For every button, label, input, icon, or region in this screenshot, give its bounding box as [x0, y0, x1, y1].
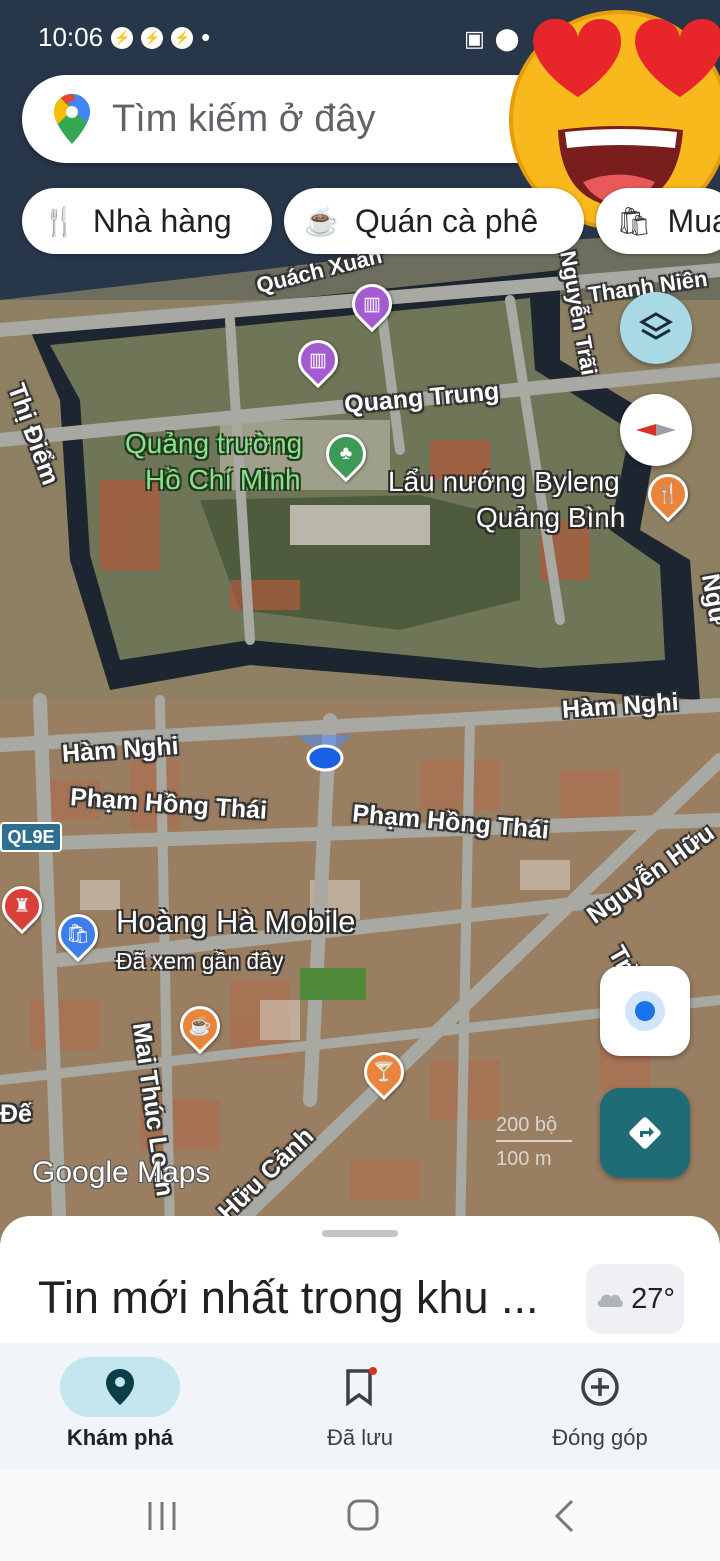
messenger-icon: ⚡: [141, 26, 164, 49]
bottom-navigation: Khám phá Đã lưu Đóng góp: [0, 1343, 720, 1470]
bottom-sheet[interactable]: Tin mới nhất trong khu ... 27°: [0, 1216, 720, 1348]
location-pin-icon: [106, 1369, 134, 1405]
back-icon[interactable]: [552, 1498, 576, 1534]
home-icon[interactable]: [346, 1498, 380, 1532]
temperature: 27°: [631, 1282, 675, 1315]
status-bar: 10:06 ⚡ ⚡ ⚡ •: [38, 22, 210, 53]
sheet-drag-handle[interactable]: [322, 1230, 398, 1237]
nav-contribute-pill: [540, 1357, 660, 1417]
chip-restaurants[interactable]: 🍴 Nhà hàng: [22, 188, 272, 254]
my-location-button[interactable]: [600, 966, 690, 1056]
google-maps-logo-icon: [54, 94, 90, 144]
layers-icon: [638, 312, 674, 340]
nav-contribute[interactable]: Đóng góp: [520, 1357, 680, 1457]
search-placeholder: Tìm kiếm ở đây: [112, 97, 376, 140]
chip-shopping[interactable]: 🛍 Mua: [596, 188, 720, 254]
poi-label-square-line2[interactable]: Hồ Chí Minh: [145, 464, 301, 496]
poi-label-restaurant-line1[interactable]: Lẩu nướng Byleng: [388, 466, 620, 498]
poi-label-shop-sub: Đã xem gần đây: [116, 948, 284, 974]
google-maps-watermark: Google Maps: [32, 1156, 211, 1189]
scale-meters: 100 m: [496, 1148, 552, 1170]
coffee-icon: ☕: [304, 205, 339, 237]
status-dot: •: [201, 22, 211, 52]
directions-button[interactable]: [600, 1088, 690, 1178]
map-scale: 200 bộ 100 m: [496, 1112, 572, 1172]
shopping-icon: 🛍: [616, 205, 652, 237]
bookmark-icon: [346, 1367, 377, 1407]
search-bar[interactable]: Tìm kiếm ở đây: [22, 75, 582, 163]
chip-label: Nhà hàng: [92, 202, 232, 239]
messenger-icon: ⚡: [111, 26, 134, 49]
restaurant-icon: 🍴: [42, 205, 77, 237]
poi-label-restaurant-line2[interactable]: Quảng Bình: [476, 502, 625, 534]
chip-cafes[interactable]: ☕ Quán cà phê: [284, 188, 584, 254]
cloud-icon: [597, 1294, 624, 1307]
nav-saved-label: Đã lưu: [326, 1425, 394, 1450]
compass-button[interactable]: [620, 394, 692, 466]
nav-saved-pill: [300, 1357, 420, 1417]
recent-apps-icon[interactable]: [146, 1500, 178, 1532]
street-label-de: Đế: [0, 1100, 32, 1128]
add-circle-icon: [581, 1368, 619, 1406]
nav-explore-pill: [60, 1357, 180, 1417]
nav-explore[interactable]: Khám phá: [40, 1357, 200, 1457]
layers-button[interactable]: [620, 292, 692, 364]
nav-contribute-label: Đóng góp: [552, 1425, 648, 1450]
nav-saved[interactable]: Đã lưu: [280, 1357, 440, 1457]
poi-label-square-line1[interactable]: Quảng trường: [125, 428, 302, 460]
weather-badge[interactable]: 27°: [586, 1264, 684, 1334]
poi-label-shop-name[interactable]: Hoàng Hà Mobile: [116, 906, 356, 938]
route-shield: QL9E: [0, 822, 62, 852]
nav-explore-label: Khám phá: [66, 1425, 174, 1450]
compass-icon: [636, 424, 676, 436]
battery-saver-icon: ▣: [464, 26, 485, 51]
directions-icon: [629, 1117, 661, 1149]
system-navigation-bar: [0, 1470, 720, 1561]
scale-feet: 200 bộ: [496, 1114, 558, 1136]
sheet-title[interactable]: Tin mới nhất trong khu ...: [38, 1272, 539, 1324]
status-time: 10:06: [38, 22, 104, 52]
chip-label: Mua: [667, 202, 720, 239]
chip-label: Quán cà phê: [354, 202, 539, 239]
messenger-icon: ⚡: [171, 26, 194, 49]
my-location-icon: [625, 991, 665, 1031]
